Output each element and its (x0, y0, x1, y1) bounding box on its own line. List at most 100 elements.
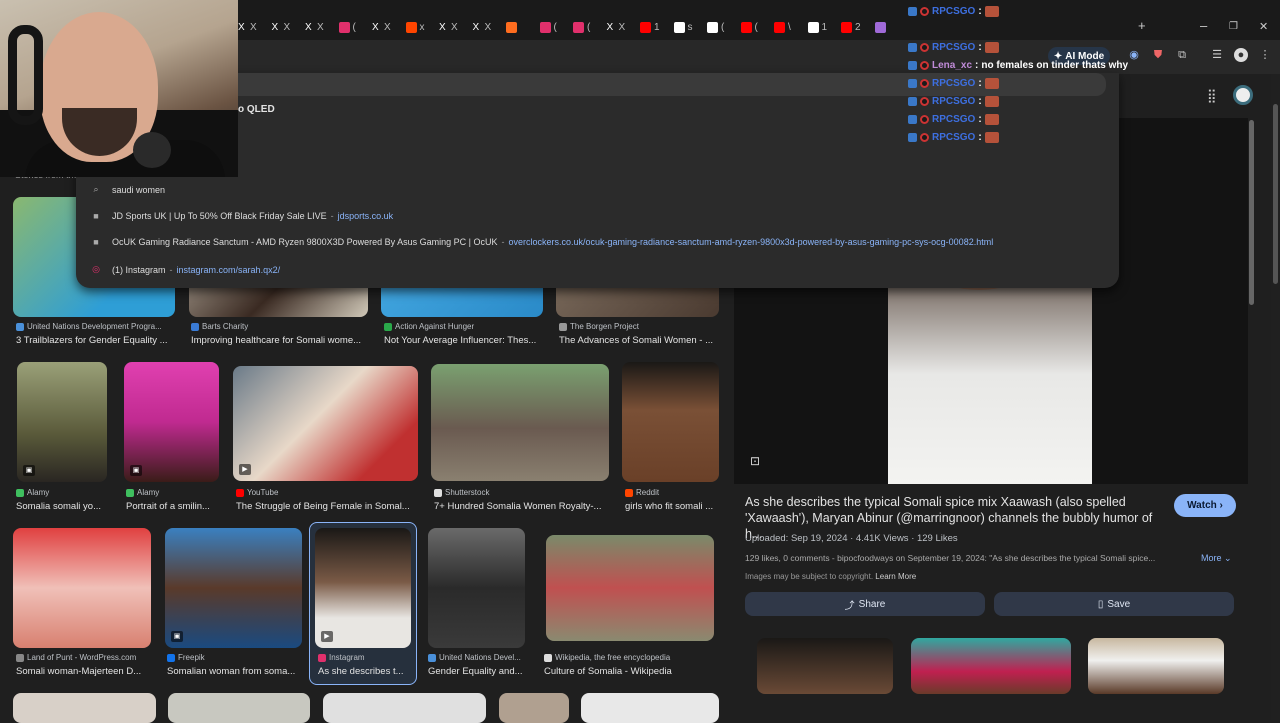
result-image[interactable] (622, 362, 719, 482)
page-scrollbar[interactable] (1271, 74, 1280, 720)
result-source[interactable]: The Borgen Project (559, 322, 639, 331)
browser-tab[interactable]: ( (573, 16, 590, 38)
related-image[interactable] (1088, 638, 1224, 694)
result-caption[interactable]: 7+ Hundred Somalia Women Royalty-... (434, 501, 601, 512)
browser-tab[interactable]: XX (372, 16, 391, 38)
result-image[interactable] (581, 693, 719, 723)
result-source[interactable]: Land of Punt - WordPress.com (16, 653, 136, 662)
related-image[interactable] (911, 638, 1071, 694)
result-image[interactable]: ▶ (233, 366, 418, 481)
share-button[interactable]: ⤴ Share (745, 592, 985, 616)
result-image[interactable]: ▣ (124, 362, 219, 482)
browser-tab[interactable]: XX (272, 16, 291, 38)
result-image[interactable] (431, 364, 609, 481)
openai-icon (707, 21, 718, 33)
copyright-text: Images may be subject to copyright. (745, 572, 874, 581)
result-image[interactable]: ▣ (165, 528, 302, 648)
browser-tab[interactable]: XX (607, 16, 626, 38)
google-account-avatar[interactable] (1233, 85, 1253, 105)
result-image[interactable] (168, 693, 310, 723)
result-caption[interactable]: The Advances of Somali Women - ... (559, 335, 713, 346)
browser-tab[interactable]: 1 (640, 16, 660, 38)
result-source[interactable]: Instagram (318, 653, 365, 662)
close-window-button[interactable]: ✕ (1259, 20, 1268, 33)
result-source[interactable]: Shutterstock (434, 488, 489, 497)
suggestion-url: instagram.com/sarah.qx2/ (176, 264, 281, 275)
result-image[interactable] (13, 528, 151, 648)
result-caption[interactable]: 3 Trailblazers for Gender Equality ... (16, 335, 168, 346)
browser-tab[interactable]: \ (774, 16, 791, 38)
result-image[interactable] (499, 693, 569, 723)
instagram-icon: ◎ (92, 264, 100, 274)
browser-tab[interactable]: ( (539, 16, 557, 38)
result-caption[interactable]: Somalia somali yo... (16, 501, 101, 512)
result-source[interactable]: YouTube (236, 488, 278, 497)
page-scrollbar-thumb[interactable] (1273, 104, 1278, 284)
result-image[interactable] (428, 528, 525, 648)
result-source[interactable]: Action Against Hunger (384, 322, 474, 331)
omnibox-suggestion[interactable]: ⌕ saudi women (90, 184, 165, 195)
more-button[interactable]: More ⌄ (1201, 553, 1232, 564)
result-caption[interactable]: Culture of Somalia - Wikipedia (544, 666, 672, 677)
omnibox-suggestion[interactable]: ◎ (1) Instagram - instagram.com/sarah.qx2/ (90, 264, 280, 275)
result-image[interactable] (546, 535, 714, 641)
tab-label: X (283, 21, 291, 33)
instagram-icon (338, 21, 350, 33)
result-caption[interactable]: girls who fit somali ... (625, 501, 713, 512)
browser-tab[interactable]: XX (305, 16, 324, 38)
maximize-button[interactable]: ❐ (1229, 21, 1238, 32)
result-image[interactable]: ▶ (315, 528, 411, 648)
result-caption[interactable]: Somali woman-Majerteen D... (16, 666, 141, 677)
result-source[interactable]: Freepik (167, 653, 205, 662)
watch-button[interactable]: Watch › (1174, 494, 1236, 517)
result-source[interactable]: Barts Charity (191, 322, 248, 331)
browser-tab[interactable]: ( (338, 16, 356, 38)
result-source[interactable]: Reddit (625, 488, 659, 497)
share-icon: ⤴ (844, 600, 855, 612)
result-caption[interactable]: The Struggle of Being Female in Somal... (236, 501, 410, 512)
search-icon: ⌕ (93, 184, 99, 194)
result-caption[interactable]: Improving healthcare for Somali wome... (191, 335, 361, 346)
result-source[interactable]: United Nations Development Progra... (16, 322, 162, 331)
reading-list-icon[interactable]: ☰ (1210, 48, 1224, 62)
result-source[interactable]: Alamy (16, 488, 49, 497)
result-caption[interactable]: As she describes t... (318, 666, 404, 677)
result-source[interactable]: United Nations Devel... (428, 653, 521, 662)
result-caption[interactable]: Portrait of a smilin... (126, 501, 210, 512)
result-source[interactable]: Alamy (126, 488, 159, 497)
browser-tab[interactable]: 1 (807, 16, 827, 38)
result-image[interactable] (13, 693, 156, 723)
tab-label: s (687, 21, 693, 33)
feather-icon (874, 21, 886, 33)
browser-tab[interactable]: s (673, 16, 693, 38)
result-image[interactable]: ▣ (17, 362, 107, 482)
google-lens-icon[interactable]: ⊡ (750, 454, 760, 468)
panel-scrollbar-thumb[interactable] (1249, 120, 1254, 305)
result-caption[interactable]: Somalian woman from soma... (167, 666, 295, 677)
result-image[interactable] (323, 693, 486, 723)
browser-menu-icon[interactable]: ⋮ (1258, 48, 1272, 62)
x-icon: X (238, 21, 245, 33)
result-source[interactable]: Wikipedia, the free encyclopedia (544, 653, 670, 662)
browser-tab[interactable]: ( (740, 16, 758, 38)
panel-scrollbar[interactable] (1248, 118, 1256, 693)
result-caption[interactable]: Gender Equality and... (428, 666, 523, 677)
profile-avatar-icon[interactable]: ● (1234, 48, 1248, 62)
omnibox-suggestion[interactable]: ■ OcUK Gaming Radiance Sanctum - AMD Ryze… (90, 237, 993, 247)
result-caption[interactable]: Not Your Average Influencer: Thes... (384, 335, 536, 346)
omnibox-suggestion[interactable]: ■ JD Sports UK | Up To 50% Off Black Frid… (90, 211, 393, 221)
browser-tab[interactable]: 2 (841, 16, 861, 38)
browser-tab[interactable]: XX (238, 16, 257, 38)
video-play-icon: ▶ (239, 464, 251, 475)
browser-tab[interactable]: x (405, 16, 425, 38)
mod-badge-icon (920, 43, 929, 52)
related-image[interactable] (757, 638, 893, 694)
save-button[interactable]: ▯ Save (994, 592, 1234, 616)
browser-tab[interactable]: XX (439, 16, 458, 38)
browser-tab[interactable]: XX (473, 16, 492, 38)
learn-more-link[interactable]: Learn More (875, 572, 916, 581)
browser-tab[interactable] (874, 16, 889, 38)
browser-tab[interactable]: ( (707, 16, 724, 38)
browser-tab[interactable] (506, 16, 520, 38)
google-apps-icon[interactable]: ⣿ (1207, 88, 1217, 104)
